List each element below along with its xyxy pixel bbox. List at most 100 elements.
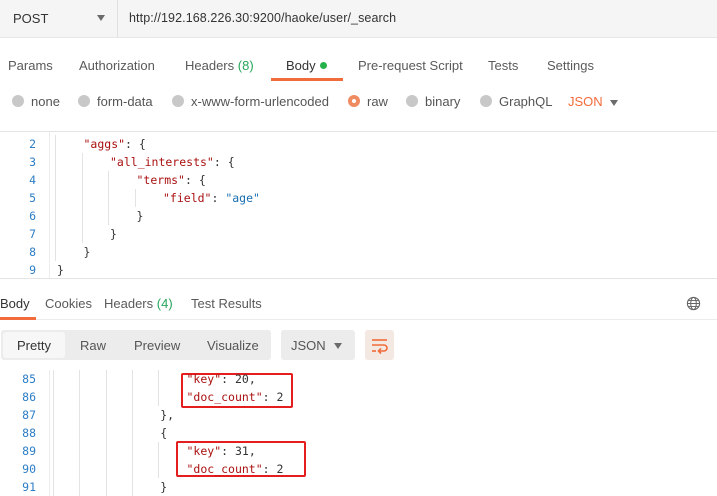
code-line: 9}: [0, 261, 717, 279]
radio-circle-icon: [172, 95, 184, 107]
tab-pre-request-script[interactable]: Pre-request Script: [358, 58, 463, 73]
json-punct: },: [160, 408, 175, 422]
response-format-select[interactable]: JSON: [281, 330, 355, 360]
response-tabs: Body Cookies Headers (4) Test Results: [0, 288, 717, 320]
json-punct: }: [110, 227, 117, 241]
radio-label: binary: [425, 94, 461, 109]
radio-raw[interactable]: raw: [348, 94, 388, 109]
code-text: "doc_count": 2: [187, 388, 284, 406]
active-response-tab-indicator: [0, 317, 36, 320]
json-key: "all_interests": [110, 155, 214, 169]
indent-guide: [81, 153, 83, 171]
line-number: 91: [22, 480, 36, 494]
code-text: }: [137, 207, 144, 225]
code-text: "terms": {: [137, 171, 206, 189]
indent-guide: [105, 460, 107, 478]
code-line: 4 "terms": {: [0, 171, 717, 189]
url-input[interactable]: http://192.168.226.30:9200/haoke/user/_s…: [129, 11, 396, 25]
line-number: 85: [22, 372, 36, 386]
method-select[interactable]: POST: [0, 0, 118, 37]
json-punct: : {: [125, 137, 146, 151]
radio-graphql[interactable]: GraphQL: [480, 94, 552, 109]
code-line: 3 "all_interests": {: [0, 153, 717, 171]
radio-label: x-www-form-urlencoded: [191, 94, 329, 109]
body-format-select[interactable]: JSON: [568, 94, 603, 109]
view-mode-group: Pretty Raw Preview Visualize: [1, 330, 271, 360]
radio-form-data[interactable]: form-data: [78, 94, 153, 109]
indent-guide: [81, 189, 83, 207]
code-text: "all_interests": {: [110, 153, 235, 171]
headers-count: (8): [237, 58, 254, 73]
tab-label: Headers: [104, 296, 154, 311]
tab-body[interactable]: Body: [286, 58, 327, 73]
indent-guide: [55, 171, 56, 189]
tab-label: Test Results: [191, 296, 262, 311]
indent-guide: [53, 388, 54, 406]
wrap-lines-button[interactable]: [365, 330, 394, 360]
view-preview-button[interactable]: Preview: [134, 338, 180, 353]
radio-circle-icon: [406, 95, 418, 107]
indent-guide: [79, 388, 81, 406]
indent-guide: [55, 225, 56, 243]
tab-label: Settings: [547, 58, 594, 73]
indent-guide: [134, 189, 136, 207]
response-tab-headers[interactable]: Headers (4): [104, 296, 173, 311]
tab-authorization[interactable]: Authorization: [79, 58, 155, 73]
tab-params[interactable]: Params: [8, 58, 53, 73]
tab-label: Body: [286, 58, 316, 73]
tab-label: Params: [8, 58, 53, 73]
tab-label: Tests: [488, 58, 519, 73]
response-tab-cookies[interactable]: Cookies: [45, 296, 92, 311]
json-key: "doc_count": [186, 462, 263, 476]
line-number: 88: [22, 426, 36, 440]
response-tab-test-results[interactable]: Test Results: [191, 296, 262, 311]
indent-guide: [79, 442, 81, 460]
indent-guide: [79, 460, 81, 478]
indent-guide: [53, 370, 54, 388]
indent-guide: [55, 189, 56, 207]
indent-guide: [158, 442, 160, 460]
tab-label: Headers: [185, 58, 235, 73]
json-punct: :: [211, 191, 226, 205]
code-line: 2 "aggs": {: [0, 135, 717, 153]
view-raw-button[interactable]: Raw: [80, 338, 106, 353]
indent-guide: [158, 370, 160, 388]
code-line: 90 "doc_count": 2: [0, 460, 717, 478]
request-tabs: Params Authorization Headers (8) Body Pr…: [0, 47, 717, 81]
radio-label: raw: [367, 94, 388, 109]
tab-headers[interactable]: Headers (8): [185, 58, 254, 73]
radio-label: form-data: [97, 94, 153, 109]
response-body-viewer[interactable]: 85 "key": 20, 86 "doc_count": 2 87}, 88{89 "ke…: [0, 370, 717, 496]
tab-tests[interactable]: Tests: [488, 58, 518, 73]
json-punct: }: [57, 263, 64, 277]
request-body-editor[interactable]: 2 "aggs": {3 "all_interests": {4 "terms": {…: [0, 131, 717, 279]
view-visualize-button[interactable]: Visualize: [207, 338, 259, 353]
json-string: "age": [225, 191, 260, 205]
indent-guide: [79, 424, 81, 442]
code-text: }: [160, 478, 167, 496]
response-tab-body[interactable]: Body: [0, 296, 30, 311]
indent-guide: [79, 478, 81, 496]
code-line: 86 "doc_count": 2: [0, 388, 717, 406]
json-punct: : 2: [262, 462, 284, 476]
line-number: 86: [22, 390, 36, 404]
code-text: "doc_count": 2: [187, 460, 284, 478]
code-line: 7}: [0, 225, 717, 243]
radio-circle-icon: [480, 95, 492, 107]
code-line: 85 "key": 20,: [0, 370, 717, 388]
indent-guide: [81, 207, 83, 225]
line-number: 8: [29, 245, 36, 259]
json-punct: : 2: [262, 390, 284, 404]
tab-settings[interactable]: Settings: [547, 58, 594, 73]
globe-icon[interactable]: [686, 296, 701, 311]
indent-guide: [79, 406, 81, 424]
radio-none[interactable]: none: [12, 94, 60, 109]
indent-guide: [55, 243, 56, 261]
tab-label: Body: [0, 296, 30, 311]
radio-binary[interactable]: binary: [406, 94, 460, 109]
line-number: 3: [29, 155, 36, 169]
response-format-label: JSON: [291, 338, 326, 353]
radio-x-www-form-urlencoded[interactable]: x-www-form-urlencoded: [172, 94, 329, 109]
view-pretty-button[interactable]: Pretty: [17, 338, 51, 353]
indent-guide: [131, 424, 133, 442]
